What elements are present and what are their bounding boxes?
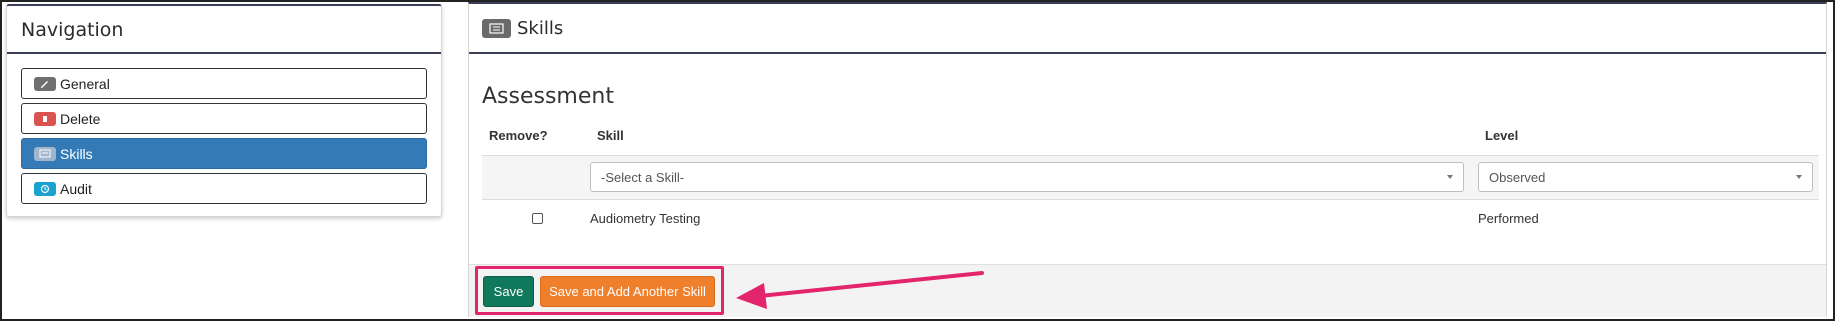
chevron-down-icon <box>1796 175 1802 179</box>
trash-icon <box>34 111 56 126</box>
level-select[interactable]: Observed <box>1478 162 1813 192</box>
skill-select-cell: -Select a Skill- <box>590 155 1478 200</box>
level-select-cell: Observed <box>1478 155 1819 200</box>
remove-checkbox[interactable] <box>532 212 543 224</box>
chevron-down-icon <box>1447 175 1453 179</box>
save-and-add-button[interactable]: Save and Add Another Skill <box>540 276 715 307</box>
nav-item-label: Skills <box>60 145 93 162</box>
skill-select[interactable]: -Select a Skill- <box>590 162 1464 192</box>
level-select-value: Observed <box>1489 169 1546 185</box>
card-icon <box>482 18 511 38</box>
card-icon <box>34 146 56 161</box>
add-skill-row: -Select a Skill- Observed <box>482 155 1819 200</box>
skills-table: Remove? Skill Level -Select a Skill- Obs… <box>482 117 1819 237</box>
nav-item-skills[interactable]: Skills <box>21 138 427 169</box>
panel-header: Skills <box>469 4 1826 54</box>
column-header-skill: Skill <box>590 117 1478 156</box>
section-title: Assessment <box>482 84 614 109</box>
pencil-icon <box>34 76 56 91</box>
form-footer: Save Save and Add Another Skill <box>469 264 1826 317</box>
save-button[interactable]: Save <box>483 276 534 307</box>
column-header-remove: Remove? <box>482 117 590 156</box>
empty-cell <box>482 155 590 200</box>
nav-item-general[interactable]: General <box>21 68 427 99</box>
remove-cell <box>482 199 590 237</box>
navigation-list: General Delete Skills Audit <box>7 54 441 204</box>
navigation-panel: Navigation General Delete Skills Audit <box>6 4 442 217</box>
table-header-row: Remove? Skill Level <box>482 117 1819 156</box>
level-cell: Performed <box>1478 210 1539 226</box>
nav-item-audit[interactable]: Audit <box>21 173 427 204</box>
skills-panel: Skills Assessment Remove? Skill Level -S… <box>468 2 1827 317</box>
nav-item-delete[interactable]: Delete <box>21 103 427 134</box>
column-header-level: Level <box>1478 117 1819 156</box>
nav-item-label: Audit <box>60 180 92 197</box>
nav-item-label: Delete <box>60 110 101 127</box>
nav-item-label: General <box>60 75 110 92</box>
page-title: Skills <box>517 17 564 39</box>
history-icon <box>34 181 56 196</box>
table-row: Audiometry Testing Performed <box>482 199 1819 237</box>
skill-cell: Audiometry Testing <box>590 210 701 226</box>
skill-select-value: -Select a Skill- <box>601 169 685 185</box>
navigation-title: Navigation <box>7 6 441 54</box>
